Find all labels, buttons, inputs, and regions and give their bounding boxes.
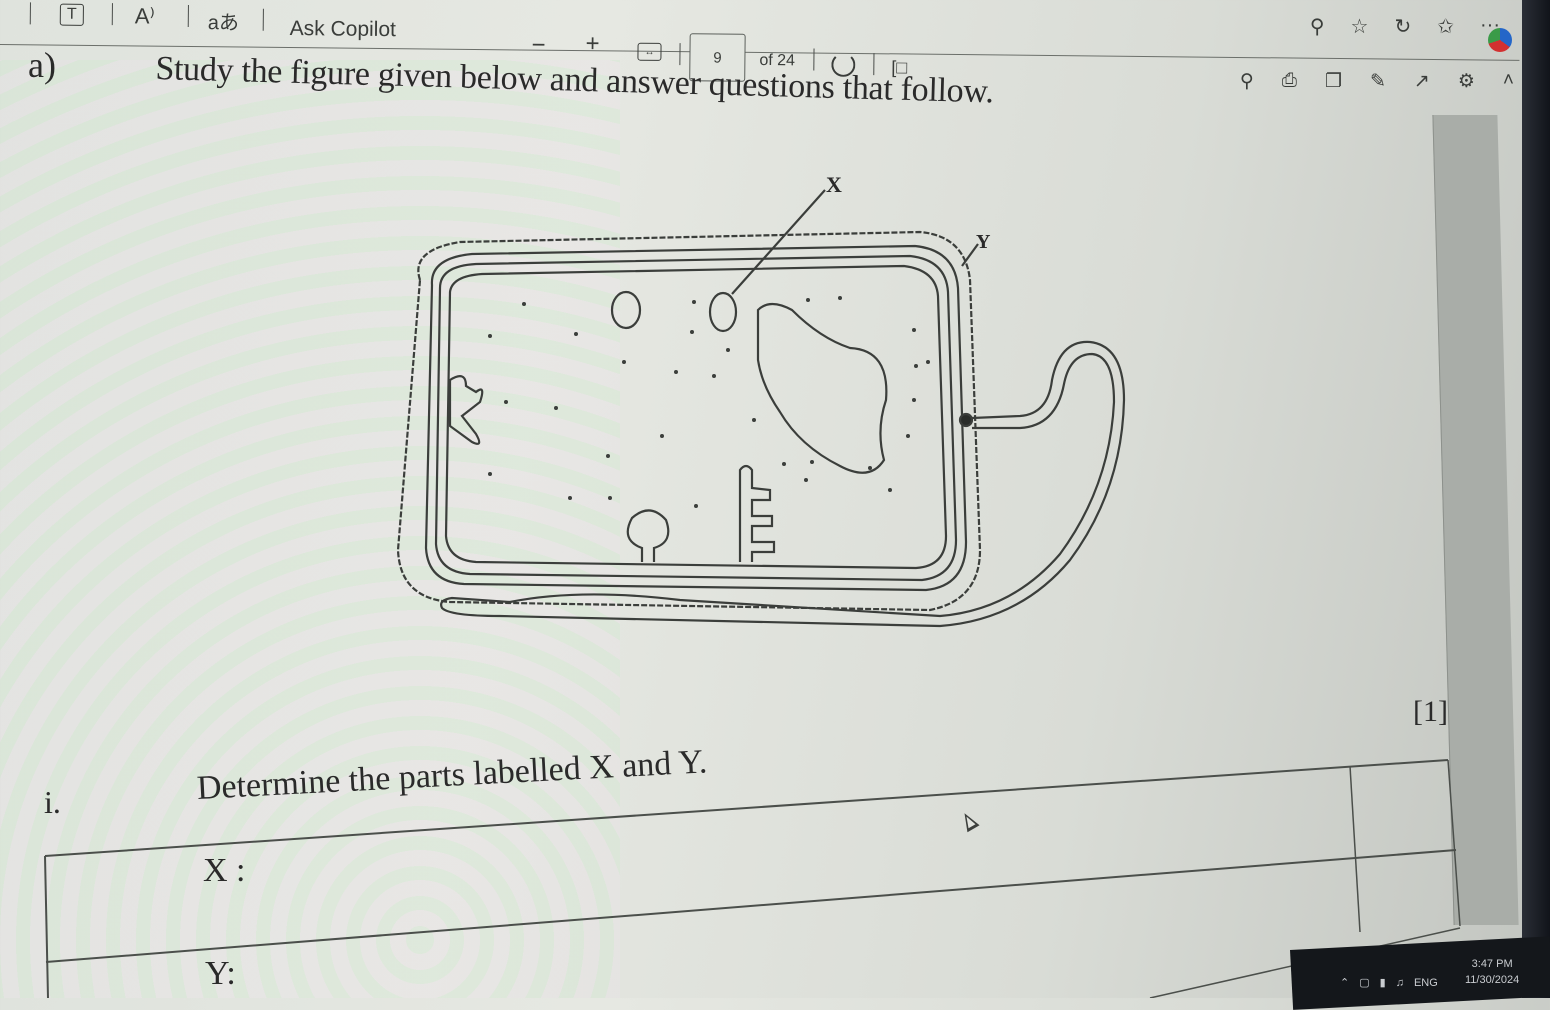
bacterial-cell-diagram: X Y	[396, 172, 1126, 628]
favorite-star-icon[interactable]: ☆	[1351, 14, 1369, 39]
basal-body	[958, 412, 974, 428]
text-options-icon[interactable]: T	[59, 3, 84, 26]
mesosome	[448, 375, 484, 445]
settings-icon[interactable]: ⚙	[1458, 70, 1475, 93]
toolbar-separator	[262, 8, 264, 31]
network-icon[interactable]: ▢	[1359, 976, 1369, 989]
show-hidden-icons-icon[interactable]: ⌃	[1340, 976, 1349, 989]
language-indicator[interactable]: ENG	[1414, 977, 1438, 989]
membrane-vesicle	[626, 509, 670, 562]
find-icon[interactable]: ⚲	[1240, 70, 1254, 93]
toolbar-separator	[813, 48, 815, 71]
label-y: Y	[976, 231, 991, 253]
refresh-icon[interactable]: ↻	[1394, 14, 1411, 39]
translate-icon[interactable]: aあ	[208, 6, 239, 35]
favorites-bar-icon[interactable]: ✩	[1437, 14, 1454, 39]
cell-membrane-outer	[434, 254, 958, 582]
search-page-icon[interactable]: ⚲	[1310, 14, 1325, 39]
marks-indicator: [1]	[1413, 695, 1448, 728]
answer-y-field[interactable]	[270, 965, 1330, 998]
fit-width-icon[interactable]: ↔	[637, 42, 662, 61]
system-tray: ⌃ ▢ ▮ ♫ ENG	[1340, 976, 1438, 990]
flagellum	[440, 340, 1126, 628]
clock-date: 11/30/2024	[1465, 974, 1520, 986]
nucleoid	[756, 302, 888, 474]
zoom-in-button[interactable]: +	[585, 30, 599, 58]
granule-x	[708, 291, 738, 333]
profile-avatar[interactable]	[1488, 28, 1512, 52]
part-label: a)	[28, 45, 56, 85]
print-icon[interactable]: ⎙	[1282, 70, 1297, 93]
table-line-divider	[1349, 765, 1361, 933]
volume-icon[interactable]: ♫	[1396, 977, 1404, 989]
plasma-membrane	[444, 264, 948, 570]
taskbar-clock[interactable]: 3:47 PM 11/30/2024	[1465, 956, 1519, 988]
question-heading: Study the figure given below and answer …	[154, 50, 995, 111]
answer-x-label: X :	[203, 852, 246, 889]
capsule-outline	[396, 230, 982, 612]
toolbar-separator	[111, 3, 113, 26]
question-number: i.	[44, 784, 61, 820]
answer-x-field[interactable]	[270, 875, 1330, 935]
browser-address-icons: ⚲ ☆ ↻ ✩ ···	[1310, 14, 1500, 39]
ask-copilot-button[interactable]: Ask Copilot	[290, 17, 396, 42]
storage-granule	[610, 290, 642, 330]
document-scrollbar[interactable]	[1432, 115, 1519, 925]
toolbar-separator	[679, 43, 681, 66]
ribosomes	[488, 296, 930, 508]
answer-y-label: Y:	[205, 955, 236, 992]
save-as-icon[interactable]: ✎	[1370, 70, 1386, 93]
toolbar-separator	[29, 2, 31, 25]
cell-wall	[424, 244, 968, 592]
draw-icon[interactable]: ↗	[1414, 70, 1430, 93]
toolbar-separator	[187, 4, 189, 27]
mesosome-bottom	[738, 464, 776, 562]
label-x-pointer	[731, 189, 826, 295]
table-line-left	[44, 855, 49, 998]
label-x: X	[826, 172, 842, 197]
battery-icon[interactable]: ▮	[1380, 976, 1386, 989]
question-text: Determine the parts labelled X and Y.	[196, 743, 709, 808]
mouse-cursor-icon	[958, 809, 980, 833]
zoom-out-button[interactable]: −	[531, 32, 545, 60]
read-aloud-icon[interactable]: A⁾	[135, 3, 155, 29]
monitor-bezel	[1522, 0, 1550, 998]
clock-time: 3:47 PM	[1471, 958, 1513, 970]
pdf-secondary-toolbar: ⚲ ⎙ ❐ ✎ ↗ ⚙ ˄	[1240, 70, 1514, 93]
collapse-toolbar-icon[interactable]: ˄	[1503, 70, 1514, 93]
save-icon[interactable]: ❐	[1325, 70, 1342, 93]
